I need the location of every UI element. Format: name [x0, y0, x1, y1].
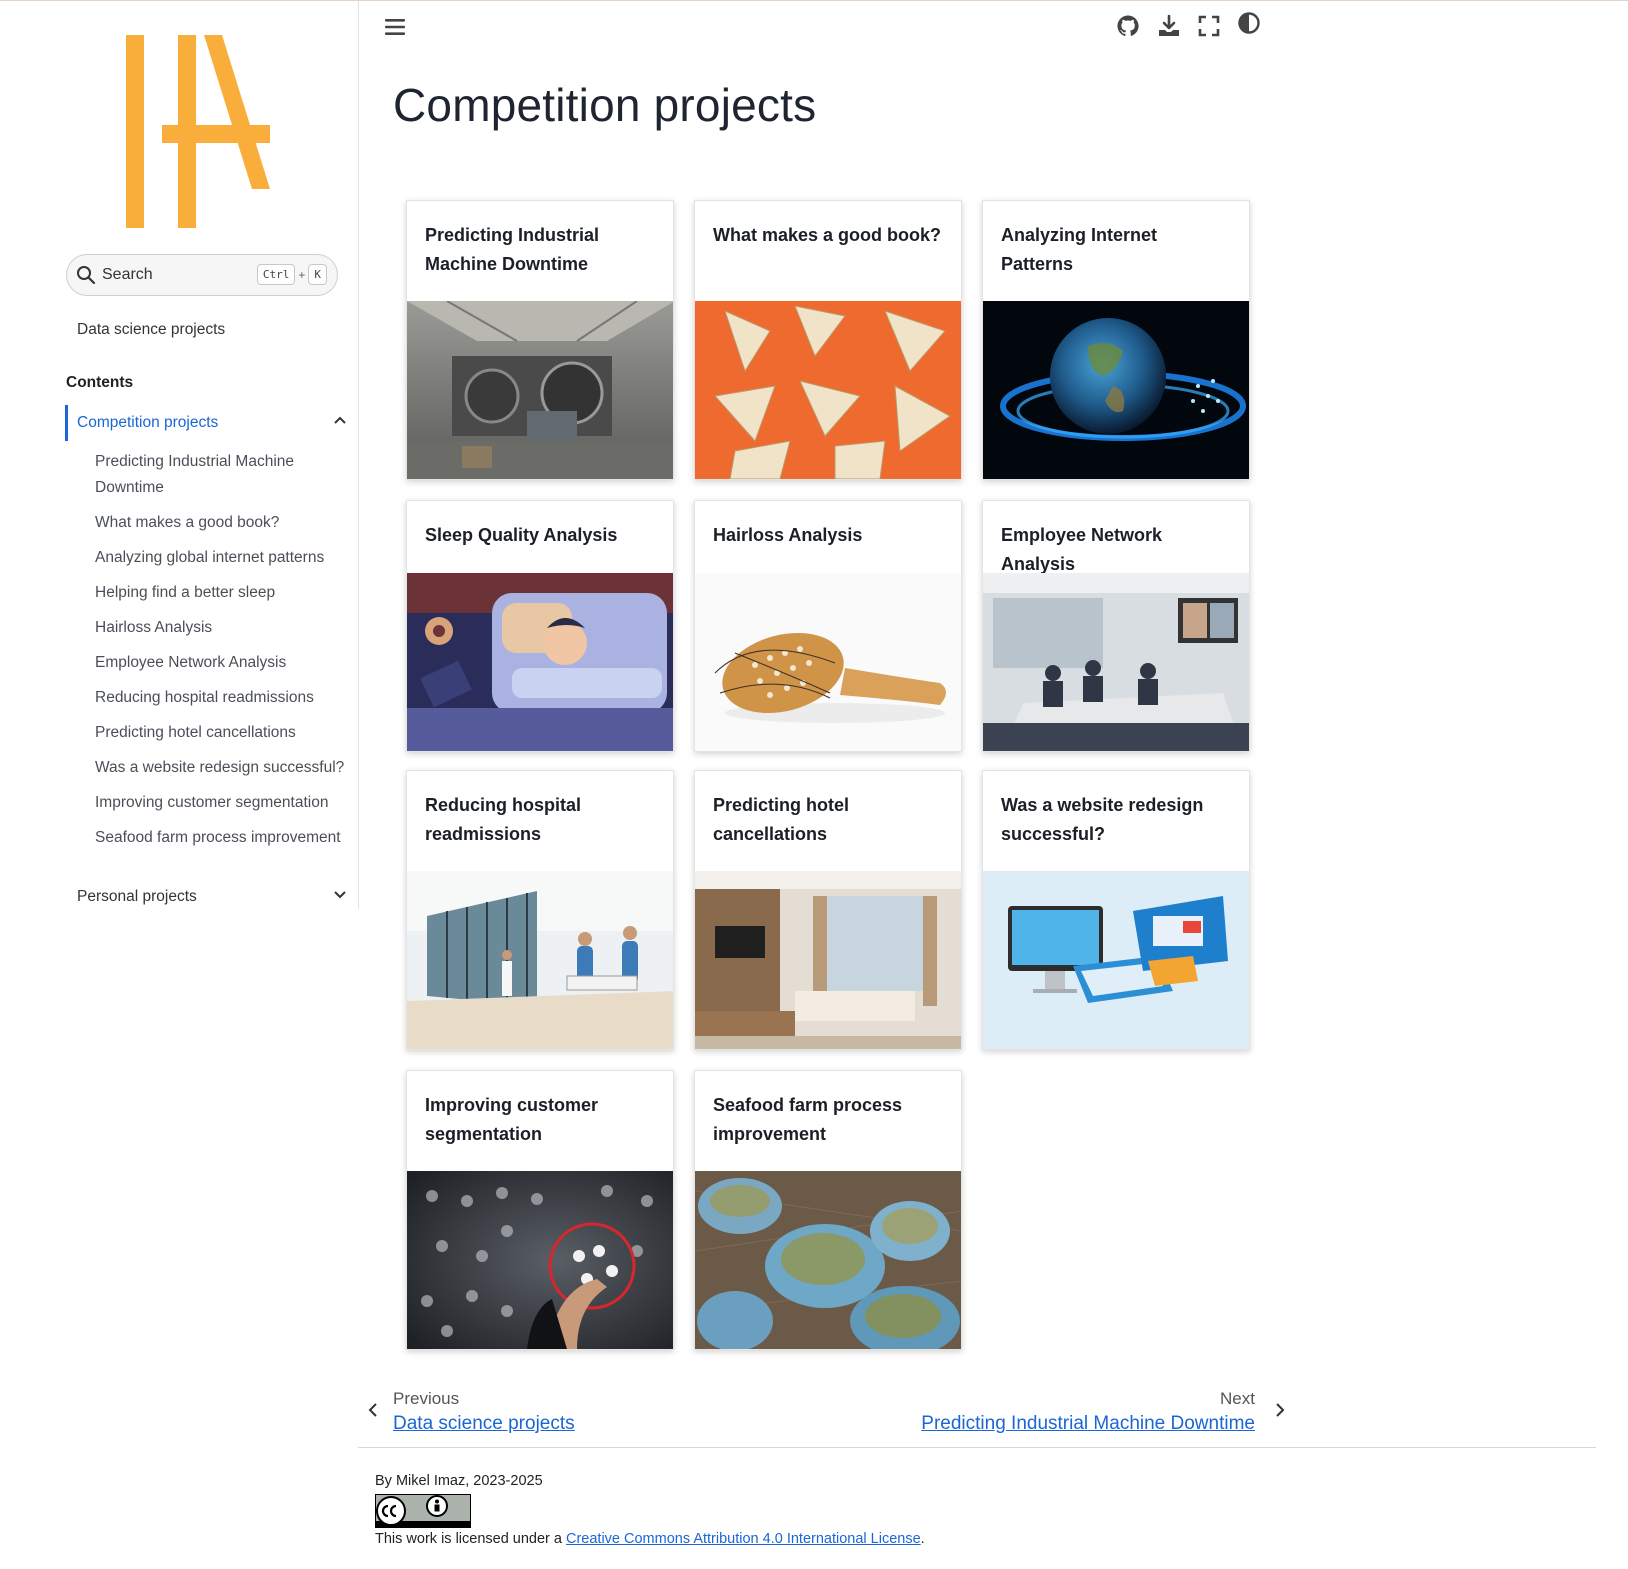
chevron-up-icon[interactable] [333, 413, 347, 427]
card-image-website [983, 871, 1249, 1049]
license-suffix: . [920, 1531, 925, 1547]
nav-item-website-redesign[interactable]: Was a website redesign successful? [95, 755, 345, 781]
chevron-down-icon[interactable] [333, 888, 347, 902]
card-image-hotel-room [695, 871, 961, 1049]
next-label: Next [1220, 1389, 1255, 1408]
nav-item-employee-network[interactable]: Employee Network Analysis [95, 650, 345, 676]
github-icon[interactable] [1116, 14, 1140, 38]
sidebar: Search Ctrl + K Data science projects Co… [0, 1, 359, 909]
nav-item-better-sleep[interactable]: Helping find a better sleep [95, 580, 345, 606]
nav-item-seafood-farm[interactable]: Seafood farm process improvement [95, 825, 345, 851]
kbd-k: K [308, 264, 327, 285]
nav-item-hairloss[interactable]: Hairloss Analysis [95, 615, 345, 641]
card-title: Predicting Industrial Machine Downtime [425, 225, 600, 274]
license-prefix: This work is licensed under a [375, 1531, 566, 1547]
project-card-machine-downtime[interactable]: Predicting Industrial Machine Downtime [406, 200, 674, 480]
project-card-customer-segmentation[interactable]: Improving customer segmentation [406, 1070, 674, 1350]
theme-toggle-icon[interactable] [1237, 11, 1261, 35]
chevron-left-icon[interactable] [366, 1402, 380, 1418]
fullscreen-icon[interactable] [1197, 14, 1221, 38]
project-card-seafood-farm[interactable]: Seafood farm process improvement [694, 1070, 962, 1350]
chevron-right-icon[interactable] [1273, 1402, 1287, 1418]
search-shortcut: Ctrl + K [256, 264, 327, 285]
prev-label: Previous [393, 1389, 460, 1408]
card-image-globe [983, 301, 1249, 479]
card-image-hairbrush [695, 573, 961, 751]
search-icon [77, 266, 96, 285]
nav-data-science-projects[interactable]: Data science projects [77, 321, 225, 339]
card-title: Sleep Quality Analysis [425, 525, 618, 545]
card-title: Hairloss Analysis [713, 525, 863, 545]
project-card-sleep-quality[interactable]: Sleep Quality Analysis [406, 500, 674, 752]
project-card-website-redesign[interactable]: Was a website redesign successful? [982, 770, 1250, 1050]
card-image-sleep [407, 573, 673, 751]
download-icon[interactable] [1157, 14, 1181, 38]
card-title: Seafood farm process improvement [713, 1095, 903, 1144]
license-link[interactable]: Creative Commons Attribution 4.0 Interna… [566, 1531, 921, 1547]
footer-divider [358, 1447, 1596, 1448]
card-title: Employee Network Analysis [1001, 525, 1163, 574]
nav-competition-projects[interactable]: Competition projects [77, 414, 218, 432]
card-title: Reducing hospital readmissions [425, 795, 582, 844]
search-placeholder: Search [102, 266, 153, 283]
hamburger-menu-icon[interactable] [384, 16, 406, 38]
footer-byline: By Mikel Imaz, 2023-2025 [375, 1473, 543, 1489]
cc-by-badge-icon[interactable] [375, 1494, 471, 1528]
nav-item-hotel-cancellations[interactable]: Predicting hotel cancellations [95, 720, 345, 746]
card-image-abalone [695, 1171, 961, 1349]
card-title: Improving customer segmentation [425, 1095, 599, 1144]
project-card-hospital-readmissions[interactable]: Reducing hospital readmissions [406, 770, 674, 1050]
nav-item-machine-downtime[interactable]: Predicting Industrial Machine Downtime [95, 449, 345, 501]
kbd-plus: + [298, 267, 306, 282]
kbd-ctrl: Ctrl [256, 264, 296, 285]
card-image-machine [407, 301, 673, 479]
card-image-meeting [983, 573, 1249, 751]
nav-personal-projects[interactable]: Personal projects [77, 888, 197, 906]
card-title: Analyzing Internet Patterns [1001, 225, 1158, 274]
card-title: Was a website redesign successful? [1001, 795, 1204, 844]
project-card-internet-patterns[interactable]: Analyzing Internet Patterns [982, 200, 1250, 480]
nav-item-internet-patterns[interactable]: Analyzing global internet patterns [95, 545, 345, 571]
card-title: What makes a good book? [713, 225, 942, 245]
nav-item-hospital-readmissions[interactable]: Reducing hospital readmissions [95, 685, 345, 711]
project-card-hairloss[interactable]: Hairloss Analysis [694, 500, 962, 752]
active-indicator [65, 405, 68, 441]
competition-subnav: Predicting Industrial Machine Downtime W… [95, 449, 345, 860]
contents-heading: Contents [66, 374, 134, 391]
project-card-good-book[interactable]: What makes a good book? [694, 200, 962, 480]
card-image-hospital [407, 871, 673, 1049]
next-page-link[interactable]: Predicting Industrial Machine Downtime [921, 1413, 1255, 1435]
card-image-segmentation [407, 1171, 673, 1349]
page-title: Competition projects [393, 79, 817, 131]
footer-license: This work is licensed under a Creative C… [375, 1531, 925, 1547]
nav-item-customer-segmentation[interactable]: Improving customer segmentation [95, 790, 345, 816]
search-input[interactable]: Search Ctrl + K [66, 254, 338, 296]
nav-item-good-book[interactable]: What makes a good book? [95, 510, 345, 536]
card-title: Predicting hotel cancellations [713, 795, 850, 844]
card-image-books [695, 301, 961, 479]
site-logo[interactable] [126, 35, 276, 229]
project-card-employee-network[interactable]: Employee Network Analysis [982, 500, 1250, 752]
project-card-hotel-cancellations[interactable]: Predicting hotel cancellations [694, 770, 962, 1050]
prev-page-link[interactable]: Data science projects [393, 1413, 575, 1435]
